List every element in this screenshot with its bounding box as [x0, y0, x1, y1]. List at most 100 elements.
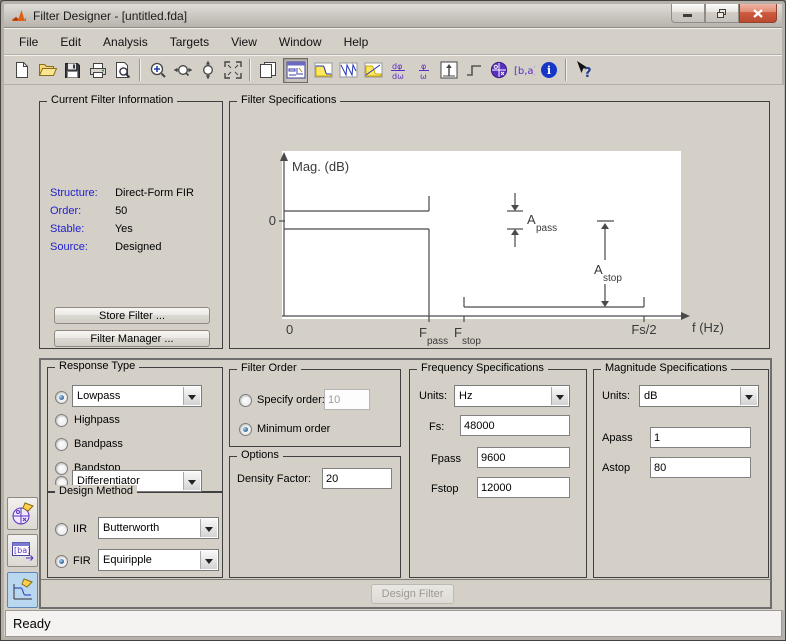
- fir-radio[interactable]: [55, 555, 68, 568]
- panel-separator: [41, 579, 770, 580]
- bandpass-radio[interactable]: [55, 438, 68, 451]
- close-icon: [752, 8, 764, 19]
- panel-title: Options: [237, 449, 283, 461]
- magnitude-response-button[interactable]: [311, 58, 336, 83]
- freq-units-select[interactable]: Hz: [454, 385, 570, 407]
- lowpass-select[interactable]: Lowpass: [72, 385, 202, 407]
- menu-help[interactable]: Help: [333, 31, 380, 53]
- freq-units-label: Units:: [419, 390, 447, 402]
- import-filter-icon: [ba]: [10, 538, 36, 564]
- chevron-down-icon: [740, 387, 757, 405]
- full-view-button[interactable]: [220, 58, 245, 83]
- design-filter-panel-button[interactable]: [7, 572, 38, 608]
- density-factor-input[interactable]: [322, 468, 392, 489]
- filter-manager-button[interactable]: Filter Manager ...: [54, 330, 210, 347]
- phase-delay-button[interactable]: φω: [411, 58, 436, 83]
- lowpass-radio[interactable]: [55, 391, 68, 404]
- mag-units-select[interactable]: dB: [639, 385, 759, 407]
- design-panel: Response Type Lowpass Highpass Bandpass …: [39, 358, 772, 609]
- zoom-y-icon: [200, 60, 216, 80]
- save-button[interactable]: [60, 58, 85, 83]
- close-button[interactable]: [739, 4, 777, 23]
- apass-input[interactable]: [650, 427, 751, 448]
- status-text: Ready: [13, 616, 51, 631]
- panel-title: Design Method: [55, 485, 137, 497]
- minimize-button[interactable]: [671, 4, 705, 23]
- chevron-down-icon: [183, 387, 200, 405]
- menu-edit[interactable]: Edit: [49, 31, 92, 53]
- fir-label: FIR: [73, 555, 91, 567]
- phase-response-button[interactable]: [336, 58, 361, 83]
- iir-radio[interactable]: [55, 523, 68, 536]
- panel-title: Filter Order: [237, 362, 301, 374]
- restore-button[interactable]: [705, 4, 739, 23]
- store-filter-button[interactable]: Store Filter ...: [54, 307, 210, 324]
- filter-specifications-button[interactable]: [283, 58, 308, 83]
- fstop-input[interactable]: [477, 477, 570, 498]
- panel-title: Magnitude Specifications: [601, 362, 731, 374]
- zoom-y-button[interactable]: [195, 58, 220, 83]
- fpass-input[interactable]: [477, 447, 570, 468]
- context-help-button[interactable]: ?: [571, 58, 596, 83]
- group-delay-button[interactable]: dφdω: [386, 58, 411, 83]
- new-session-button[interactable]: [10, 58, 35, 83]
- magnitude-and-phase-button[interactable]: [361, 58, 386, 83]
- open-button[interactable]: [35, 58, 60, 83]
- fs-half-label: Fs/2: [631, 322, 656, 337]
- svg-text:?: ?: [584, 66, 592, 80]
- import-filter-button[interactable]: [ba]: [7, 534, 38, 567]
- info-row-order: Order: 50: [50, 205, 127, 217]
- fs-input[interactable]: [460, 415, 570, 436]
- filter-coefficients-button[interactable]: [b,a]: [511, 58, 536, 83]
- magnitude-response-icon: [314, 62, 333, 78]
- response-type-panel: Response Type Lowpass Highpass Bandpass …: [47, 367, 223, 492]
- toolbar-separator: [565, 59, 567, 81]
- menu-analysis[interactable]: Analysis: [92, 31, 159, 53]
- panel-title: Frequency Specifications: [417, 362, 548, 374]
- design-filter-icon: [10, 577, 36, 603]
- iir-method-select[interactable]: Butterworth: [98, 517, 219, 539]
- magnitude-and-phase-icon: [364, 62, 383, 78]
- menu-file[interactable]: File: [8, 31, 49, 53]
- phase-response-icon: [339, 62, 358, 78]
- svg-text:dφ: dφ: [392, 62, 402, 71]
- print-preview-button[interactable]: [110, 58, 135, 83]
- svg-text:[ba]: [ba]: [14, 546, 30, 555]
- highpass-radio[interactable]: [55, 414, 68, 427]
- print-to-figure-button[interactable]: [255, 58, 280, 83]
- svg-text:i: i: [546, 64, 550, 77]
- svg-text:[b,a]: [b,a]: [514, 66, 535, 77]
- minimum-order-radio[interactable]: [239, 423, 252, 436]
- zoom-x-button[interactable]: [170, 58, 195, 83]
- step-response-button[interactable]: [461, 58, 486, 83]
- fpass-label: Fpass: [431, 453, 461, 465]
- svg-text:dω: dω: [392, 72, 404, 80]
- pole-zero-plot-button[interactable]: [486, 58, 511, 83]
- fstop-label: Fstop: [431, 483, 459, 495]
- title-bar: Filter Designer - [untitled.fda]: [4, 4, 782, 28]
- astop-input[interactable]: [650, 457, 751, 478]
- menu-window[interactable]: Window: [268, 31, 333, 53]
- design-filter-button[interactable]: Design Filter: [371, 584, 454, 604]
- fir-method-select[interactable]: Equiripple: [98, 549, 219, 571]
- chevron-down-icon: [183, 472, 200, 490]
- impulse-response-button[interactable]: [436, 58, 461, 83]
- group-delay-icon: dφdω: [389, 61, 409, 80]
- status-bar: Ready: [5, 610, 782, 637]
- specify-order-radio[interactable]: [239, 394, 252, 407]
- pole-zero-editor-button[interactable]: [7, 497, 38, 530]
- bandstop-radio[interactable]: [55, 462, 68, 475]
- panel-title: Current Filter Information: [47, 94, 177, 106]
- specify-order-input[interactable]: [324, 389, 370, 410]
- svg-text:ω: ω: [420, 72, 427, 80]
- info-row-stable: Stable: Yes: [50, 223, 133, 235]
- apass-label: A: [527, 212, 536, 227]
- print-button[interactable]: [85, 58, 110, 83]
- filter-information-button[interactable]: i: [536, 58, 561, 83]
- menu-view[interactable]: View: [220, 31, 268, 53]
- info-icon: i: [540, 61, 558, 79]
- zoom-in-button[interactable]: [145, 58, 170, 83]
- window-title: Filter Designer - [untitled.fda]: [33, 9, 187, 23]
- chevron-down-icon: [551, 387, 568, 405]
- menu-targets[interactable]: Targets: [159, 31, 220, 53]
